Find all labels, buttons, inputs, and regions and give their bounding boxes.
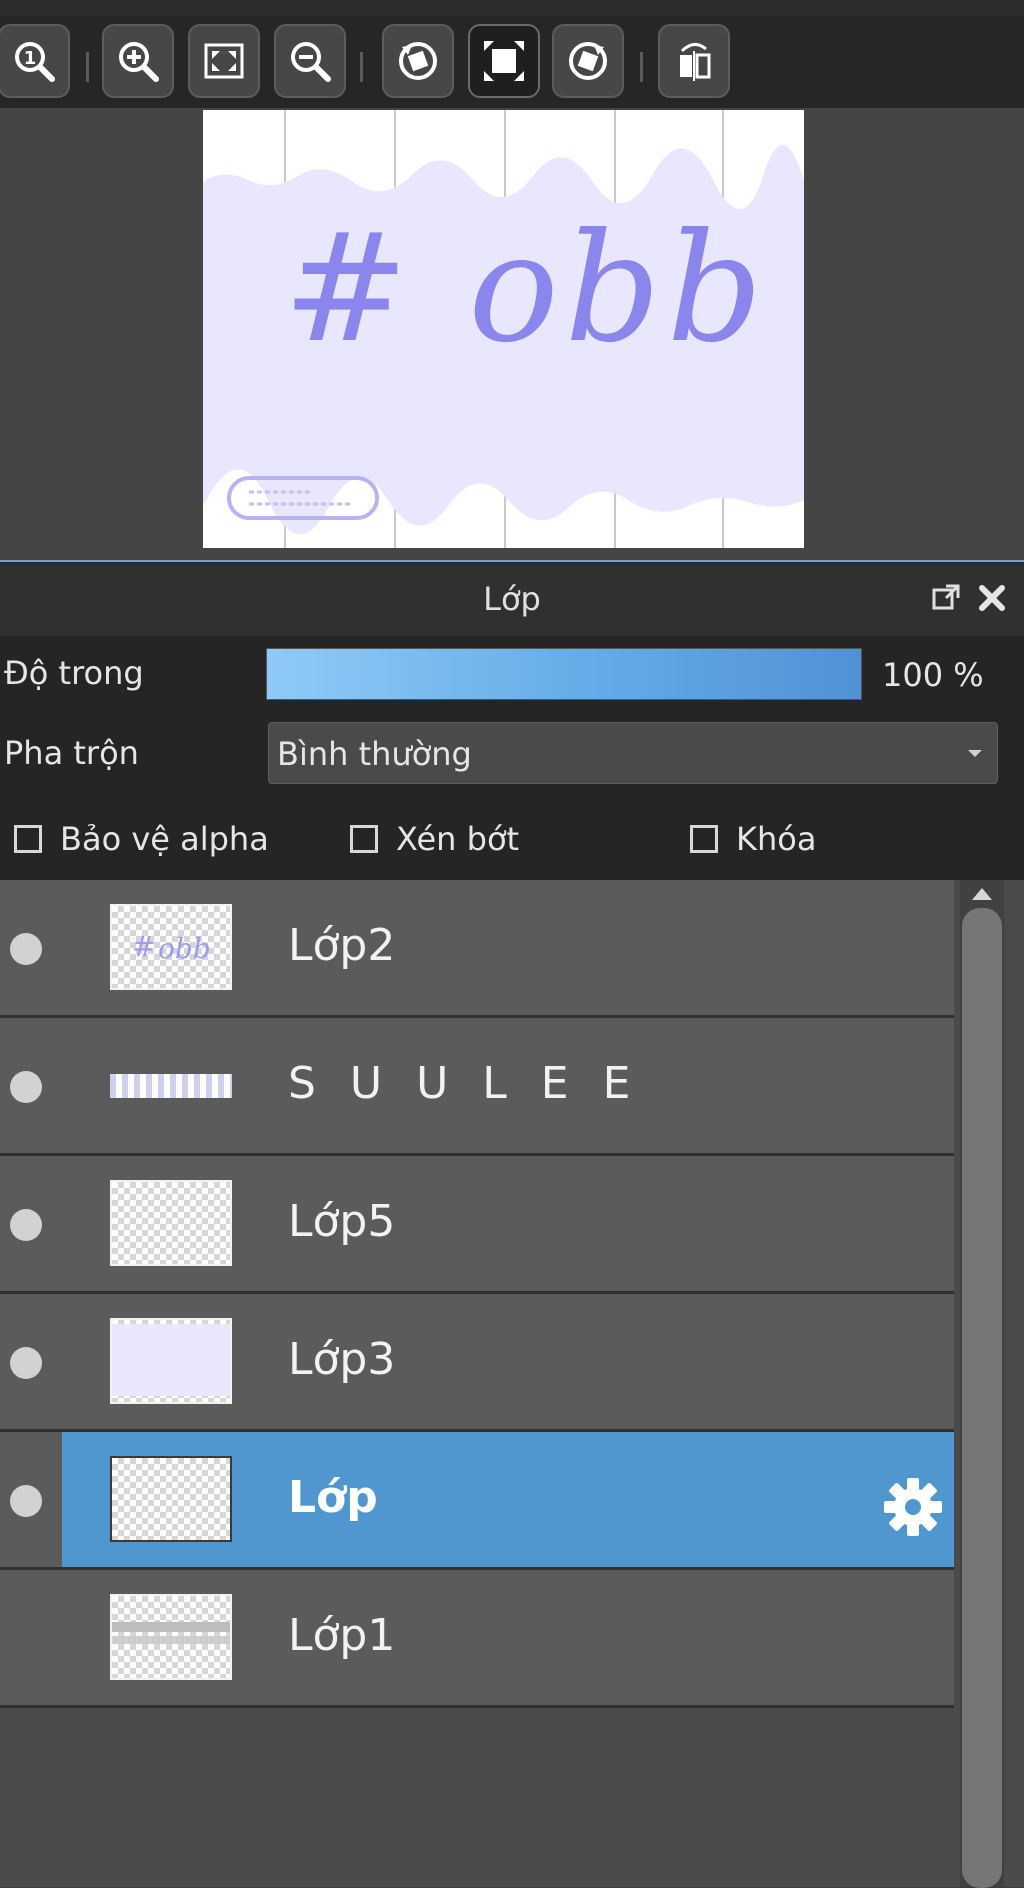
blend-mode-label: Pha trộn bbox=[4, 734, 139, 772]
navigator-panel: # obb bbox=[0, 108, 1024, 560]
fit-to-screen-icon bbox=[204, 43, 244, 79]
chevron-down-icon bbox=[968, 750, 982, 757]
zoom-out-icon bbox=[291, 42, 331, 82]
layer-row[interactable]: # obb Lớp2 bbox=[0, 880, 954, 1018]
zoom-out-button[interactable] bbox=[274, 24, 346, 98]
layer-properties: Độ trong 100 % Pha trộn Bình thường Bảo … bbox=[0, 636, 1024, 880]
layer-row[interactable]: Lớp1 bbox=[0, 1570, 954, 1708]
layer-row-selected[interactable]: Lớp bbox=[0, 1432, 954, 1570]
artwork-text: # obb bbox=[283, 202, 769, 376]
zoom-actual-size-icon: 1 bbox=[15, 42, 55, 82]
visibility-dot-icon[interactable] bbox=[10, 933, 42, 965]
canvas-preview[interactable]: # obb bbox=[203, 110, 804, 548]
popout-icon[interactable] bbox=[928, 580, 964, 616]
checkbox-box[interactable] bbox=[350, 825, 378, 853]
visibility-dot-icon[interactable] bbox=[10, 1347, 42, 1379]
zoom-actual-size-button[interactable]: 1 bbox=[0, 24, 70, 98]
toolbar-separator bbox=[86, 52, 89, 82]
layer-row[interactable]: S U U L E E bbox=[0, 1018, 954, 1156]
zoom-in-button[interactable] bbox=[102, 24, 174, 98]
clipping-checkbox[interactable]: Xén bớt bbox=[350, 820, 519, 858]
visibility-dot-icon[interactable] bbox=[10, 1209, 42, 1241]
layer-thumbnail bbox=[110, 1456, 232, 1542]
visibility-dot-icon[interactable] bbox=[10, 1485, 42, 1517]
layer-thumbnail bbox=[110, 1042, 232, 1128]
lock-checkbox[interactable]: Khóa bbox=[690, 820, 816, 858]
blend-mode-select[interactable]: Bình thường bbox=[268, 722, 998, 784]
rotate-right-button[interactable] bbox=[552, 24, 624, 98]
layer-name[interactable]: Lớp3 bbox=[288, 1334, 395, 1385]
rotate-right-icon bbox=[569, 42, 607, 80]
layer-thumbnail bbox=[110, 1594, 232, 1680]
fit-to-screen-button[interactable] bbox=[188, 24, 260, 98]
flip-horizontal-button[interactable] bbox=[658, 24, 730, 98]
layer-list: # obb Lớp2 S U U L E E Lớp5 Lớp3 Lớp Lớp… bbox=[0, 880, 1024, 1888]
gear-icon[interactable] bbox=[880, 1474, 946, 1540]
svg-text:#: # bbox=[132, 930, 155, 963]
thumbnail-strip bbox=[110, 1074, 232, 1098]
window-top-strip bbox=[0, 0, 1024, 17]
scrollbar-thumb[interactable] bbox=[962, 908, 1002, 1888]
toolbar-separator bbox=[640, 52, 643, 82]
rotate-left-icon bbox=[399, 42, 437, 80]
blend-mode-value: Bình thường bbox=[277, 735, 472, 773]
layer-row[interactable]: Lớp3 bbox=[0, 1294, 954, 1432]
scroll-up-arrow-icon[interactable] bbox=[968, 884, 996, 904]
opacity-label: Độ trong bbox=[4, 654, 144, 692]
layer-thumbnail: # obb bbox=[110, 904, 232, 990]
navigator-toolbar: 1 bbox=[0, 16, 1024, 108]
thumbnail-artwork: # obb bbox=[132, 930, 211, 965]
thumbnail-band bbox=[112, 1622, 230, 1632]
alpha-protect-checkbox[interactable]: Bảo vệ alpha bbox=[14, 820, 269, 858]
canvas-fit-button[interactable] bbox=[468, 24, 540, 98]
checkbox-box[interactable] bbox=[690, 825, 718, 853]
opacity-slider-fill bbox=[267, 649, 861, 699]
svg-text:1: 1 bbox=[24, 48, 37, 69]
checkbox-box[interactable] bbox=[14, 825, 42, 853]
opacity-value: 100 % bbox=[882, 656, 984, 694]
checkbox-label: Khóa bbox=[736, 820, 817, 858]
rotate-left-button[interactable] bbox=[382, 24, 454, 98]
flip-horizontal-icon bbox=[680, 43, 711, 81]
zoom-in-icon bbox=[119, 42, 159, 82]
panel-title: Lớp bbox=[483, 580, 541, 618]
opacity-slider[interactable] bbox=[266, 648, 862, 700]
layer-row[interactable]: Lớp5 bbox=[0, 1156, 954, 1294]
checkbox-label: Bảo vệ alpha bbox=[60, 820, 269, 858]
checkbox-label: Xén bớt bbox=[396, 820, 520, 858]
layer-name[interactable]: Lớp1 bbox=[288, 1610, 395, 1661]
scrollbar[interactable] bbox=[960, 880, 1004, 1888]
thumbnail-fill bbox=[112, 1324, 230, 1396]
close-icon[interactable] bbox=[974, 580, 1010, 616]
layer-name[interactable]: S U U L E E bbox=[288, 1058, 640, 1109]
layer-thumbnail bbox=[110, 1318, 232, 1404]
toolbar-separator bbox=[360, 52, 363, 82]
thumbnail-band bbox=[112, 1636, 230, 1644]
canvas-fit-icon bbox=[484, 41, 524, 81]
layer-thumbnail bbox=[110, 1180, 232, 1266]
layer-name[interactable]: Lớp2 bbox=[288, 920, 395, 971]
layer-name[interactable]: Lớp bbox=[288, 1472, 378, 1523]
svg-text:obb: obb bbox=[158, 932, 211, 965]
visibility-dot-icon[interactable] bbox=[10, 1071, 42, 1103]
layer-name[interactable]: Lớp5 bbox=[288, 1196, 395, 1247]
layer-panel-header: Lớp bbox=[0, 566, 1024, 636]
